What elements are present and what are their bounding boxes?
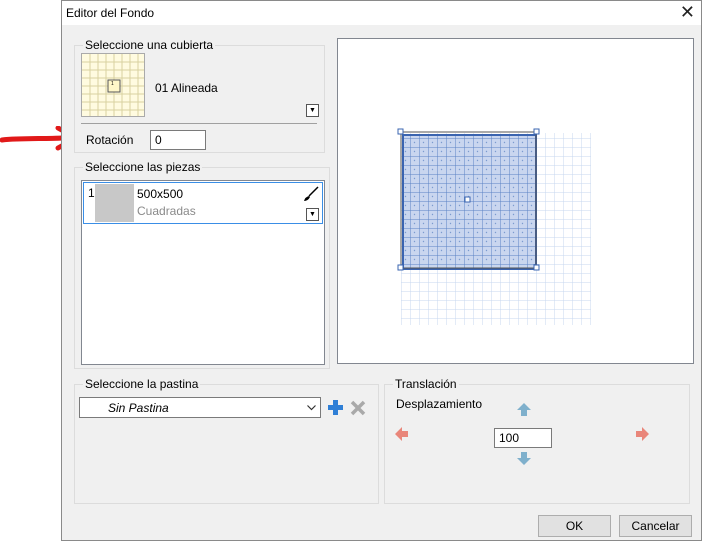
item-type: Cuadradas (137, 204, 196, 218)
plus-icon[interactable] (327, 399, 344, 416)
chevron-down-icon: ▼ (309, 107, 316, 114)
cancel-button[interactable]: Cancelar (619, 515, 692, 537)
rotation-label: Rotación (86, 133, 134, 147)
displacement-label: Desplazamiento (396, 397, 483, 411)
piezas-group-label: Seleccione las piezas (83, 160, 203, 174)
item-index: 1 (88, 186, 95, 200)
chevron-down-icon: ▼ (309, 211, 316, 218)
arrow-right-icon[interactable] (636, 427, 649, 441)
list-item[interactable]: 1 500x500 Cuadradas ▼ (83, 182, 323, 224)
piezas-list[interactable]: 1 500x500 Cuadradas ▼ (81, 180, 325, 365)
item-dropdown-button[interactable]: ▼ (306, 208, 319, 221)
displacement-input[interactable]: 100 (494, 428, 552, 448)
traslacion-group: Translación Desplazamiento 100 (384, 377, 690, 504)
cubierta-group-label: Seleccione una cubierta (83, 38, 216, 52)
cubierta-dropdown-button[interactable]: ▼ (306, 104, 319, 117)
pastina-select[interactable]: Sin Pastina (79, 397, 321, 418)
cubierta-thumbnail[interactable]: 1 (81, 53, 145, 117)
traslacion-group-label: Translación (393, 377, 459, 391)
rotation-input[interactable]: 0 (150, 130, 206, 150)
pastina-selected-value: Sin Pastina (108, 401, 169, 415)
cubierta-name: 01 Alineada (155, 81, 218, 95)
arrow-up-icon[interactable] (517, 403, 531, 416)
arrow-down-icon[interactable] (517, 452, 531, 465)
floor-preview (397, 128, 591, 325)
x-icon[interactable] (350, 400, 366, 416)
window-title: Editor del Fondo (66, 6, 155, 20)
item-size: 500x500 (137, 187, 184, 201)
close-icon[interactable]: ✕ (680, 2, 695, 22)
pastina-group-label: Seleccione la pastina (83, 377, 201, 391)
pastina-group: Seleccione la pastina Sin Pastina (74, 377, 379, 504)
editor-dialog: Editor del Fondo ✕ Seleccione una cubier… (61, 0, 702, 541)
separator-line (81, 123, 317, 124)
chevron-down-icon (307, 405, 316, 411)
tile-thumbnail (95, 184, 134, 222)
piezas-group: Seleccione las piezas 1 500x500 Cuadrada… (74, 160, 330, 369)
arrow-left-icon[interactable] (395, 427, 408, 441)
brush-icon[interactable] (303, 186, 319, 202)
cubierta-group: Seleccione una cubierta 1 01 Alineada ▼ … (74, 38, 325, 153)
ok-button[interactable]: OK (538, 515, 611, 537)
title-bar: Editor del Fondo ✕ (62, 1, 701, 25)
thumbnail-marker: 1 (111, 81, 114, 87)
preview-canvas[interactable] (337, 38, 694, 364)
